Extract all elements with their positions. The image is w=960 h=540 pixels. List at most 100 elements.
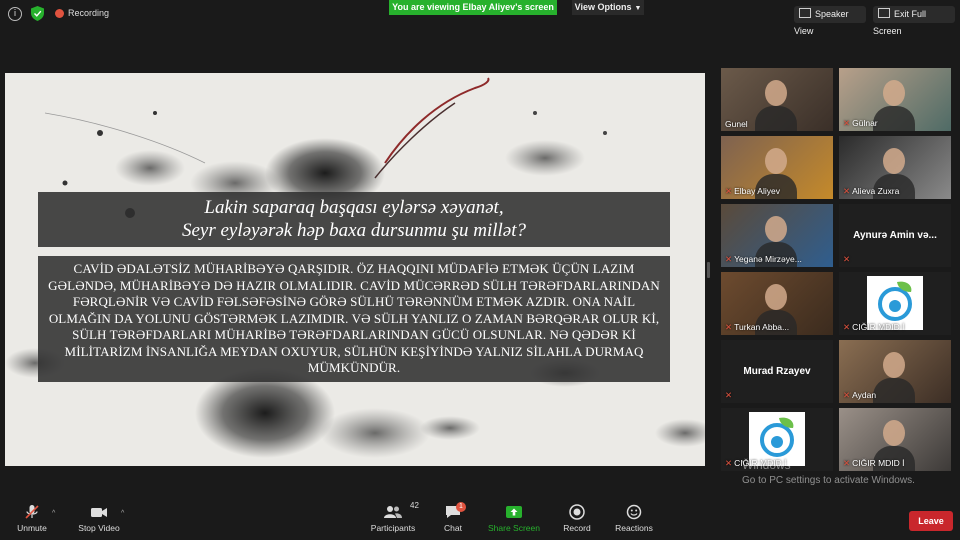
share-screen-button[interactable]: Share Screen bbox=[486, 504, 542, 533]
participant-face bbox=[883, 352, 905, 378]
participant-name-label: ✕ Yeganə Mirzəye... bbox=[725, 254, 802, 265]
muted-microphone-icon: ✕ bbox=[843, 458, 851, 468]
participant-name: Yeganə Mirzəye... bbox=[734, 254, 802, 264]
muted-microphone-icon bbox=[25, 505, 39, 519]
record-icon bbox=[569, 504, 585, 520]
participant-name-label: ✕ Alieva Zuxra bbox=[843, 186, 899, 197]
chat-button[interactable]: 1 Chat bbox=[436, 502, 470, 533]
recording-dot-icon bbox=[55, 9, 64, 18]
participant-face bbox=[765, 216, 787, 242]
windows-watermark-title: Windows bbox=[742, 458, 791, 472]
participant-name-label: ✕ bbox=[725, 390, 734, 401]
exit-full-screen-button[interactable]: Exit Full Screen bbox=[873, 6, 955, 36]
participant-name-label: ✕ Turkan Abba... bbox=[725, 322, 789, 333]
participants-icon bbox=[384, 506, 402, 518]
muted-microphone-icon: ✕ bbox=[725, 254, 733, 264]
speaker-view-button[interactable]: Speaker View bbox=[794, 6, 866, 36]
video-camera-icon bbox=[91, 508, 107, 517]
video-options-caret-icon[interactable]: ^ bbox=[121, 510, 124, 517]
participant-tile[interactable]: Murad Rzayev ✕ bbox=[721, 340, 833, 403]
recording-label: Recording bbox=[68, 8, 110, 18]
muted-microphone-icon: ✕ bbox=[725, 458, 733, 468]
participant-name-label: ✕ CIĞIR MDID İ bbox=[843, 458, 905, 469]
participant-tile[interactable]: ✕ CIĞIR MDID İ bbox=[839, 408, 951, 471]
chevron-down-icon: ▼ bbox=[634, 5, 642, 12]
participants-count: 42 bbox=[410, 501, 419, 510]
prose-text: CAVİD ƏDALƏTSİZ MÜHARİBƏYƏ QARŞIDIR. ÖZ … bbox=[48, 261, 660, 375]
participant-tile[interactable]: Aynurə Amin və... ✕ bbox=[839, 204, 951, 267]
muted-microphone-icon: ✕ bbox=[725, 186, 733, 196]
muted-microphone-icon: ✕ bbox=[843, 390, 851, 400]
muted-microphone-icon: ✕ bbox=[725, 322, 733, 332]
share-screen-label: Share Screen bbox=[488, 523, 540, 533]
exit-fullscreen-icon bbox=[878, 8, 890, 18]
participant-body bbox=[873, 378, 915, 403]
meeting-toolbar bbox=[0, 496, 960, 540]
participant-name-label: ✕ Gülnar bbox=[843, 118, 878, 129]
participant-name-label: ✕ bbox=[843, 254, 852, 265]
poem-line-2: Seyr eyləyərək həp baxa dursunmu şu mill… bbox=[181, 220, 526, 241]
participant-tile[interactable]: ✕ Gülnar bbox=[839, 68, 951, 131]
shared-screen-slide: Lakin saparaq başqası eylərsə xəyanət, S… bbox=[5, 73, 705, 466]
participant-body bbox=[873, 106, 915, 131]
participant-tile[interactable]: ✕ Aydan bbox=[839, 340, 951, 403]
participant-tile[interactable]: ✕ Elbay Aliyev bbox=[721, 136, 833, 199]
participants-label: Participants bbox=[370, 523, 416, 533]
viewing-screen-banner: You are viewing Elbay Aliyev's screen bbox=[389, 0, 557, 15]
participant-name: Turkan Abba... bbox=[734, 322, 790, 332]
stop-video-label: Stop Video bbox=[78, 523, 120, 533]
chat-label: Chat bbox=[444, 523, 462, 533]
share-screen-icon bbox=[506, 506, 522, 518]
participant-tile[interactable]: ✕ Yeganə Mirzəye... bbox=[721, 204, 833, 267]
participant-name: Alieva Zuxra bbox=[852, 186, 900, 196]
splitter-handle[interactable] bbox=[707, 262, 710, 278]
view-options-label: View Options bbox=[574, 2, 632, 12]
participant-name-label: ✕ CIĞIR MDID İ bbox=[843, 322, 905, 333]
participant-name: Elbay Aliyev bbox=[734, 186, 780, 196]
participant-name-label: ✕ Aydan bbox=[843, 390, 876, 401]
smiley-icon bbox=[626, 504, 642, 520]
stop-video-button[interactable]: Stop Video bbox=[73, 504, 125, 533]
record-button[interactable]: Record bbox=[560, 504, 594, 533]
chat-badge: 1 bbox=[456, 502, 466, 512]
speaker-view-icon bbox=[799, 8, 811, 18]
leave-button[interactable]: Leave bbox=[909, 511, 953, 531]
participant-face bbox=[883, 80, 905, 106]
participant-tile[interactable]: ✕ Alieva Zuxra bbox=[839, 136, 951, 199]
muted-microphone-icon: ✕ bbox=[725, 390, 733, 400]
shield-icon[interactable] bbox=[31, 6, 44, 21]
participant-tile[interactable]: Gunel bbox=[721, 68, 833, 131]
reactions-button[interactable]: Reactions bbox=[612, 504, 656, 533]
participant-name: CIĞIR MDID İ bbox=[852, 322, 905, 332]
participant-name-display: Aynurə Amin və... bbox=[853, 230, 937, 241]
muted-microphone-icon: ✕ bbox=[843, 186, 851, 196]
participant-name-label: ✕ Elbay Aliyev bbox=[725, 186, 780, 197]
participants-button[interactable]: 42 Participants bbox=[368, 501, 419, 533]
participant-name: Gunel bbox=[725, 119, 748, 129]
participant-name: Aydan bbox=[852, 390, 877, 400]
participant-name-label: Gunel bbox=[725, 119, 748, 129]
meeting-topbar: i Recording You are viewing Elbay Aliyev… bbox=[0, 0, 960, 36]
muted-microphone-icon: ✕ bbox=[843, 254, 851, 264]
participant-tile[interactable]: ✕ Turkan Abba... bbox=[721, 272, 833, 335]
participant-tile[interactable]: ✕ CIĞIR MDID İ bbox=[839, 272, 951, 335]
participant-face bbox=[883, 420, 905, 446]
muted-microphone-icon: ✕ bbox=[843, 322, 851, 332]
participant-face bbox=[765, 80, 787, 106]
unmute-button[interactable]: Unmute bbox=[14, 504, 50, 533]
reactions-label: Reactions bbox=[615, 523, 653, 533]
poem-line-1: Lakin saparaq başqası eylərsə xəyanət, bbox=[204, 197, 504, 218]
record-label: Record bbox=[563, 523, 591, 533]
muted-microphone-icon: ✕ bbox=[843, 118, 851, 128]
windows-watermark-text: Go to PC settings to activate Windows. bbox=[742, 475, 915, 486]
view-options-button[interactable]: View Options ▼ bbox=[572, 0, 644, 15]
audio-options-caret-icon[interactable]: ^ bbox=[52, 510, 55, 517]
participant-name: Gülnar bbox=[852, 118, 878, 128]
info-icon[interactable]: i bbox=[8, 7, 22, 21]
participant-body bbox=[755, 106, 797, 131]
participant-face bbox=[765, 284, 787, 310]
participant-face bbox=[765, 148, 787, 174]
participant-name: CIĞIR MDID İ bbox=[852, 458, 905, 468]
unmute-label: Unmute bbox=[17, 523, 47, 533]
participant-face bbox=[883, 148, 905, 174]
